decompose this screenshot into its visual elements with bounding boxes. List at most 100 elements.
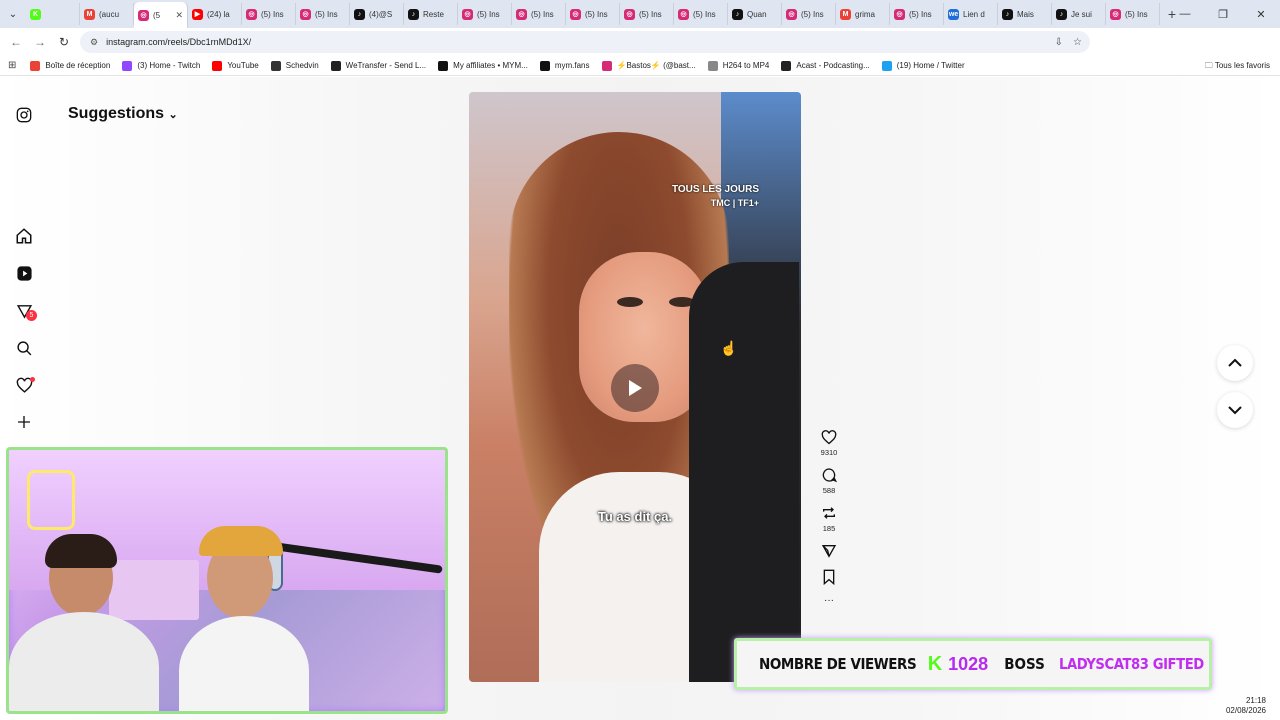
apps-icon[interactable]: ⊞ — [8, 60, 16, 71]
browser-tab[interactable]: Mgrima — [836, 3, 890, 25]
next-reel-button[interactable] — [1217, 392, 1253, 428]
browser-tab[interactable]: ◎ (5) Ins — [296, 3, 350, 25]
search-icon[interactable] — [14, 338, 34, 358]
bookmark-favicon-icon — [707, 60, 718, 71]
bookmark-item[interactable]: Acast - Podcasting... — [781, 60, 870, 71]
tab-favicon-icon: ♪ — [354, 8, 365, 20]
window-controls: — ❐ ✕ — [1166, 0, 1280, 28]
close-tab-icon[interactable]: ✕ — [175, 10, 183, 21]
browser-tab[interactable]: we Lien d — [944, 3, 998, 25]
all-bookmarks-label: Tous les favoris — [1214, 61, 1270, 70]
bookmark-item[interactable]: H264 to MP4 — [707, 60, 769, 71]
tab-favicon-icon: ◎ — [246, 8, 257, 20]
bookmarks-bar: ⊞ Boîte de réception (3) Home - Twitch You… — [0, 56, 1280, 76]
tab-search-button[interactable]: ⌄ — [0, 0, 26, 28]
reload-button[interactable]: ↻ — [52, 35, 76, 49]
minimize-button[interactable]: — — [1166, 8, 1204, 20]
like-count: 9310 — [820, 448, 838, 457]
browser-tab[interactable]: ◎ (5) Ins — [242, 3, 296, 25]
tab-label: (5) Ins — [531, 9, 554, 19]
share-button[interactable] — [821, 543, 837, 559]
bookmark-item[interactable]: mym.fans — [539, 60, 590, 71]
bookmark-label: WeTransfer - Send L... — [345, 61, 427, 70]
browser-tab[interactable]: M (aucu — [80, 3, 134, 25]
bookmark-item[interactable]: My affiliates • MYM... — [438, 60, 528, 71]
tab-favicon-icon: K — [30, 8, 41, 20]
url-text: instagram.com/reels/Dbc1rnMDd1X/ — [106, 37, 252, 47]
instagram-logo-icon[interactable] — [14, 105, 34, 125]
browser-tab[interactable]: K — [26, 3, 80, 25]
previous-reel-button[interactable] — [1217, 345, 1253, 381]
broadcast-overlay: TOUS LES JOURS TMC | TF1+ — [672, 184, 759, 208]
video-subtitle: Tu as dit ça. — [597, 509, 673, 524]
bookmark-item[interactable]: Schedvin — [270, 60, 319, 71]
browser-tab[interactable]: ◎ (5) Ins — [458, 3, 512, 25]
bookmark-item[interactable]: WeTransfer - Send L... — [330, 60, 427, 71]
streamer-right-cap — [199, 526, 283, 556]
chevron-up-icon — [1228, 358, 1242, 367]
browser-tab[interactable]: ◎ (5) Ins — [1106, 3, 1160, 25]
tab-favicon-icon: ◎ — [894, 8, 905, 20]
repost-button[interactable]: 185 — [821, 505, 837, 533]
tab-label: (5) Ins — [909, 9, 932, 19]
bookmark-item[interactable]: (19) Home / Twitter — [881, 60, 965, 71]
bookmark-label: mym.fans — [554, 61, 590, 70]
bookmark-star-icon[interactable]: ☆ — [1073, 37, 1082, 48]
browser-tab[interactable]: ◎ (5) Ins — [512, 3, 566, 25]
bookmark-item[interactable]: Boîte de réception — [30, 60, 110, 71]
close-window-button[interactable]: ✕ — [1242, 8, 1280, 21]
save-button[interactable] — [822, 569, 836, 585]
bookmark-item[interactable]: (3) Home - Twitch — [122, 60, 201, 71]
home-icon[interactable] — [14, 226, 34, 246]
bookmark-label: ⚡Bastos⚡ (@bast... — [616, 61, 696, 70]
browser-tab[interactable]: ◎ (5) Ins — [566, 3, 620, 25]
back-button[interactable]: ← — [4, 35, 28, 49]
browser-tab[interactable]: ♪ Quan — [728, 3, 782, 25]
streamer-webcam — [6, 447, 448, 714]
comment-icon — [822, 468, 837, 483]
streamer-right — [159, 520, 329, 711]
browser-tab[interactable]: ♪ Mais — [998, 3, 1052, 25]
browser-tab[interactable]: ◎ (5 ✕ — [134, 2, 188, 28]
bookmark-favicon-icon — [122, 60, 133, 71]
restore-button[interactable]: ❐ — [1204, 8, 1242, 21]
tab-favicon-icon: ◎ — [570, 8, 581, 20]
tab-label: Je sui — [1071, 9, 1092, 19]
suggestions-dropdown[interactable]: Suggestions ⌄ — [68, 105, 178, 123]
like-button[interactable]: 9310 — [820, 430, 838, 457]
tab-favicon-icon: ♪ — [1056, 8, 1067, 20]
bookmark-favicon-icon — [539, 60, 550, 71]
comment-button[interactable]: 588 — [821, 467, 837, 495]
play-button[interactable] — [611, 364, 659, 412]
bookmark-item[interactable]: ⚡Bastos⚡ (@bast... — [601, 60, 696, 71]
all-bookmarks-button[interactable]: 🗀 Tous les favoris — [1205, 60, 1270, 74]
install-app-icon[interactable]: ⇩ — [1055, 37, 1063, 48]
system-clock: 21:18 02/08/2026 — [1226, 696, 1266, 716]
address-bar[interactable]: ⚙ instagram.com/reels/Dbc1rnMDd1X/ ⇩ ☆ — [80, 31, 1090, 53]
broadcast-line1: TOUS LES JOURS — [671, 184, 759, 195]
browser-tab[interactable]: ◎ (5) Ins — [782, 3, 836, 25]
repost-icon — [823, 507, 835, 519]
reel-video[interactable]: TOUS LES JOURS TMC | TF1+ Tu as dit ça. — [469, 92, 801, 682]
tab-label: (5 — [153, 10, 161, 20]
bookmark-favicon-icon — [881, 60, 892, 71]
bookmark-item[interactable]: YouTube — [212, 60, 259, 71]
browser-tab[interactable]: ♪ (4)@S — [350, 3, 404, 25]
reels-icon[interactable] — [14, 263, 34, 283]
create-plus-icon[interactable] — [14, 412, 34, 432]
tab-favicon-icon: ♪ — [732, 8, 743, 20]
tab-label: (5) Ins — [1125, 9, 1148, 19]
browser-tab[interactable]: ◎ (5) Ins — [890, 3, 944, 25]
site-info-icon[interactable]: ⚙ — [90, 37, 98, 48]
browser-tab[interactable]: ◎ (5) Ins — [674, 3, 728, 25]
tab-label: (5) Ins — [801, 9, 824, 19]
browser-tab[interactable]: ♪ Je sui — [1052, 3, 1106, 25]
tab-favicon-icon: ▶ — [192, 8, 203, 20]
browser-tab[interactable]: ▶ (24) la — [188, 3, 242, 25]
more-options-button[interactable]: ··· — [824, 595, 834, 606]
browser-tab[interactable]: ◎ (5) Ins — [620, 3, 674, 25]
reel-actions: 9310 588 185 ··· — [816, 430, 842, 616]
bookmark-label: (3) Home - Twitch — [137, 61, 201, 70]
browser-tab[interactable]: ♪ Reste — [404, 3, 458, 25]
forward-button[interactable]: → — [28, 35, 52, 49]
